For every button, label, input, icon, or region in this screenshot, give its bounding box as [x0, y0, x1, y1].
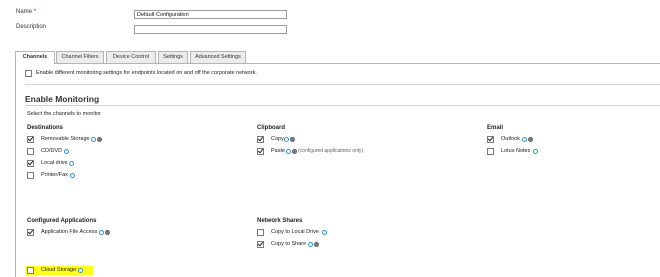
info-icon[interactable]: [533, 149, 538, 154]
removable-storage-checkbox[interactable]: [27, 136, 34, 143]
info-icon[interactable]: [99, 230, 104, 235]
clipboard-title: Clipboard: [257, 125, 285, 131]
description-label: Description: [16, 24, 47, 30]
application-file-access-label: Application File Access: [41, 229, 98, 235]
lotus-notes-label: Lotus Notes: [501, 148, 531, 154]
tab-device-control[interactable]: Device Control: [106, 51, 156, 63]
copy-to-share-checkbox[interactable]: [257, 241, 264, 248]
cloud-storage-label: Cloud Storage: [41, 267, 77, 273]
copy-to-local-drive-label: Copy to Local Drive: [271, 229, 319, 235]
different-settings-checkbox[interactable]: [25, 70, 32, 77]
cd-dvd-label: CD/DVD: [41, 148, 63, 154]
required-mark: *: [33, 9, 37, 15]
outlook-checkbox[interactable]: [487, 136, 494, 143]
channels-panel: [15, 63, 660, 277]
info-icon[interactable]: [78, 268, 83, 273]
tab-advanced-settings[interactable]: Advanced Settings: [190, 51, 246, 63]
lotus-notes-checkbox[interactable]: [487, 148, 494, 155]
removable-storage-label: Removable Storage: [41, 136, 90, 142]
printer-fax-label: Printer/Fax: [41, 172, 68, 178]
info-icon[interactable]: [522, 137, 527, 142]
gear-icon[interactable]: [97, 137, 102, 142]
info-icon[interactable]: [70, 173, 75, 178]
destinations-title: Destinations: [27, 125, 64, 131]
configured-applications-title: Configured Applications: [27, 218, 97, 224]
cd-dvd-checkbox[interactable]: [27, 148, 34, 155]
local-drive-checkbox[interactable]: [27, 160, 34, 167]
paste-checkbox[interactable]: [257, 148, 264, 155]
info-icon[interactable]: [69, 161, 74, 166]
info-icon[interactable]: [284, 137, 289, 142]
tab-channel-filters[interactable]: Channel Filters: [56, 51, 104, 63]
outlook-label: Outlook: [501, 136, 520, 142]
copy-to-share-label: Copy to Share: [271, 241, 307, 247]
description-input[interactable]: [134, 25, 287, 34]
copy-to-local-drive-checkbox[interactable]: [257, 229, 264, 236]
name-label-text: Name: [16, 9, 33, 15]
info-icon[interactable]: [286, 149, 291, 154]
info-icon[interactable]: [308, 242, 313, 247]
divider-top: [25, 84, 660, 85]
email-title: Email: [487, 125, 504, 131]
gear-icon[interactable]: [528, 137, 533, 142]
gear-icon[interactable]: [290, 137, 295, 142]
paste-note: (configured applications only): [298, 148, 364, 154]
application-file-access-checkbox[interactable]: [27, 229, 34, 236]
printer-fax-checkbox[interactable]: [27, 172, 34, 179]
info-icon[interactable]: [91, 137, 96, 142]
info-icon[interactable]: [322, 230, 327, 235]
name-input[interactable]: [134, 10, 287, 19]
gear-icon[interactable]: [314, 242, 319, 247]
copy-checkbox[interactable]: [257, 136, 264, 143]
divider-monitoring: [25, 105, 660, 106]
copy-label: Copy: [271, 136, 284, 142]
different-settings-label: Enable different monitoring settings for…: [36, 70, 257, 76]
select-channels-text: Select the channels to monitor: [27, 111, 101, 117]
configuration-page: Name * Description Channels Channel Filt…: [0, 0, 660, 277]
tab-channels[interactable]: Channels: [15, 51, 55, 64]
paste-label: Paste: [271, 148, 286, 154]
tab-settings[interactable]: Settings: [158, 51, 188, 63]
gear-icon[interactable]: [105, 230, 110, 235]
network-shares-title: Network Shares: [257, 218, 303, 224]
enable-monitoring-title: Enable Monitoring: [25, 94, 100, 104]
cloud-storage-checkbox[interactable]: [27, 267, 34, 274]
gear-icon[interactable]: [292, 149, 297, 154]
name-label: Name *: [16, 8, 36, 16]
local-drive-label: Local drive: [41, 160, 68, 166]
info-icon[interactable]: [64, 149, 69, 154]
